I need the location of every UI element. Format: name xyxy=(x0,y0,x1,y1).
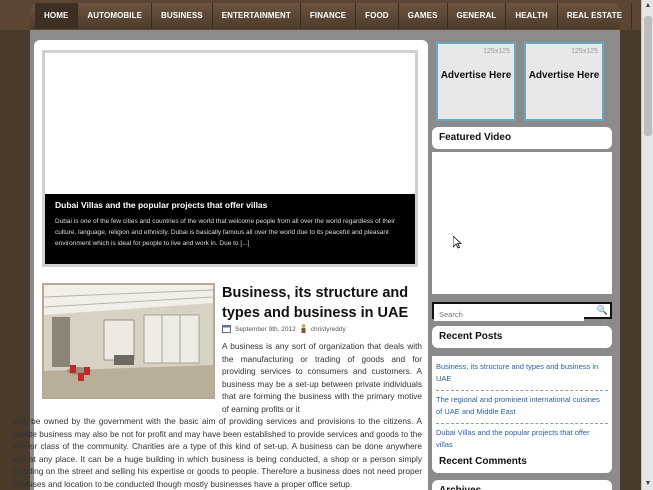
post-body: may be owned by the government with the … xyxy=(12,416,422,489)
recent-post-link[interactable]: Business, its structure and types and bu… xyxy=(436,358,608,391)
search-icon[interactable]: 🔍 xyxy=(597,305,608,316)
ad-size-label: 125x125 xyxy=(571,48,598,55)
recent-posts-list: Business, its structure and types and bu… xyxy=(432,356,612,463)
recent-post-link[interactable]: The regional and prominent international… xyxy=(436,391,608,424)
ad-text: Advertise Here xyxy=(440,70,512,81)
post-title[interactable]: Business, its structure and types and bu… xyxy=(222,283,422,323)
recent-comments-heading: Recent Comments xyxy=(432,451,612,473)
nav-item-games[interactable]: GAMES xyxy=(399,3,448,29)
archives-heading: Archives xyxy=(432,480,612,490)
scroll-up-arrow-icon[interactable]: ▲ xyxy=(642,0,653,12)
featured-slider[interactable]: Dubai Villas and the popular projects th… xyxy=(42,50,418,267)
sidebar: 125x125 Advertise Here 125x125 Advertise… xyxy=(432,40,612,490)
featured-video-heading: Featured Video xyxy=(432,127,612,149)
author-icon xyxy=(300,324,307,335)
nav-item-entertainment[interactable]: ENTERTAINMENT xyxy=(213,3,301,29)
ad-text: Advertise Here xyxy=(528,70,600,81)
search-input[interactable] xyxy=(434,308,584,321)
slider-excerpt: Dubai is one of the few cities and count… xyxy=(55,218,395,247)
ad-slot-2[interactable]: 125x125 Advertise Here xyxy=(524,42,604,121)
nav-item-business[interactable]: BUSINESS xyxy=(152,3,213,29)
main-nav: HOME AUTOMOBILE BUSINESS ENTERTAINMENT FINAN… xyxy=(30,3,653,29)
post-thumbnail[interactable] xyxy=(42,283,215,399)
nav-item-general[interactable]: GENERAL xyxy=(448,3,507,29)
mouse-cursor-icon xyxy=(452,235,463,254)
featured-video-player[interactable] xyxy=(432,152,612,294)
post-body-intro: A business is any sort of organization t… xyxy=(222,341,422,414)
nav-item-finance[interactable]: FINANCE xyxy=(301,3,357,29)
nav-item-real-estate[interactable]: REAL ESTATE xyxy=(558,3,633,29)
post-date: September 9th, 2012 xyxy=(235,326,296,333)
nav-item-health[interactable]: HEALTH xyxy=(506,3,558,29)
scroll-thumb[interactable] xyxy=(644,16,652,136)
post-meta: September 9th, 2012 christyreddy xyxy=(222,324,346,335)
slider-caption: Dubai Villas and the popular projects th… xyxy=(45,194,415,264)
office-interior-image xyxy=(44,285,213,397)
search-box: 🔍 xyxy=(432,302,612,321)
post-author[interactable]: christyreddy xyxy=(311,326,346,333)
ad-size-label: 125x125 xyxy=(483,48,510,55)
main-column: Dubai Villas and the popular projects th… xyxy=(12,40,428,490)
nav-item-automobile[interactable]: AUTOMOBILE xyxy=(78,3,153,29)
ad-slot-1[interactable]: 125x125 Advertise Here xyxy=(436,42,516,121)
slider-title[interactable]: Dubai Villas and the popular projects th… xyxy=(55,200,405,210)
page-container: Dubai Villas and the popular projects th… xyxy=(12,30,620,490)
calendar-icon xyxy=(222,324,231,335)
vertical-scrollbar[interactable]: ▲ ▼ xyxy=(641,0,653,490)
nav-item-food[interactable]: FOOD xyxy=(356,3,399,29)
recent-posts-heading: Recent Posts xyxy=(432,326,612,348)
top-bar: HOME AUTOMOBILE BUSINESS ENTERTAINMENT FINAN… xyxy=(0,0,653,30)
scroll-down-arrow-icon[interactable]: ▼ xyxy=(642,478,653,490)
nav-item-home[interactable]: HOME xyxy=(35,3,79,29)
